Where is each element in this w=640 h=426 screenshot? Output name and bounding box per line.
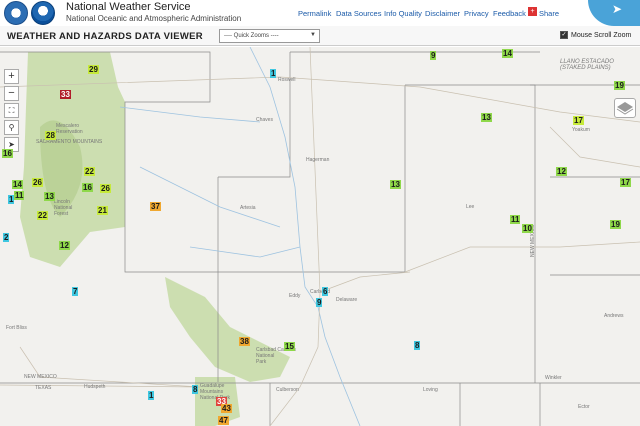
mouse-scroll-zoom-label: Mouse Scroll Zoom <box>571 31 632 39</box>
map-label-andrews: Andrews <box>604 313 624 319</box>
obs-point[interactable]: 21 <box>97 206 108 215</box>
nav-data-sources[interactable]: Data Sources <box>336 9 381 18</box>
obs-point[interactable]: 38 <box>239 337 250 346</box>
obs-point[interactable]: 43 <box>221 404 232 413</box>
map-label-yoakum: Yoakum <box>572 127 590 133</box>
header: National Weather Service National Oceani… <box>0 0 640 26</box>
obs-point[interactable]: 26 <box>100 184 111 193</box>
toolbar: WEATHER AND HAZARDS DATA VIEWER ---- Qui… <box>0 26 640 46</box>
map-label-artesia: Artesia <box>240 205 256 211</box>
site-title: National Weather Service <box>66 1 191 13</box>
map-label-fort-bliss: Fort Bliss <box>6 325 27 331</box>
obs-point[interactable]: 13 <box>44 192 55 201</box>
quick-zooms-select[interactable]: ---- Quick Zooms ---- ▼ <box>219 29 320 43</box>
obs-point[interactable]: 9 <box>430 51 437 60</box>
search-icon[interactable]: ⚲ <box>4 120 19 135</box>
obs-point[interactable]: 11 <box>510 215 521 224</box>
map-basemap <box>0 47 640 426</box>
map-label-lincoln: Lincoln National Forest <box>54 199 73 217</box>
obs-point[interactable]: 14 <box>502 49 513 58</box>
layers-icon[interactable] <box>614 98 636 118</box>
map-label-delaware: Delaware <box>336 297 358 303</box>
fullscreen-icon[interactable]: ⛶ <box>4 103 19 118</box>
map-label-culberson: Culberson <box>276 387 299 393</box>
map-label-loving: Loving <box>423 387 438 393</box>
obs-point[interactable]: 16 <box>2 149 13 158</box>
obs-point[interactable]: 15 <box>284 342 295 351</box>
obs-point[interactable]: 11 <box>14 191 25 200</box>
obs-point[interactable]: 33 <box>60 90 71 99</box>
chevron-down-icon: ▼ <box>310 32 316 38</box>
noaa-logo-icon[interactable] <box>31 1 55 25</box>
nav-info-quality[interactable]: Info Quality <box>384 9 422 18</box>
obs-point[interactable]: 7 <box>72 287 79 296</box>
obs-point[interactable]: 13 <box>481 113 492 122</box>
obs-point[interactable]: 22 <box>37 211 48 220</box>
obs-point[interactable]: 2 <box>3 233 10 242</box>
map-label-eddy: Eddy <box>289 293 301 299</box>
obs-point[interactable]: 9 <box>316 298 323 307</box>
quick-zooms-label: ---- Quick Zooms ---- <box>224 33 279 39</box>
mouse-scroll-zoom-toggle[interactable]: ✓ Mouse Scroll Zoom <box>560 31 631 39</box>
obs-point[interactable]: 19 <box>614 81 625 90</box>
share-link[interactable]: Share <box>539 9 559 18</box>
map-label-roswell: Roswell <box>278 77 296 83</box>
obs-point[interactable]: 26 <box>32 178 43 187</box>
map-label-mescalero: Mescalero Reservation <box>56 123 83 135</box>
obs-point[interactable]: 10 <box>522 224 533 233</box>
map-label-texas: TEXAS <box>35 385 52 391</box>
viewer-title: WEATHER AND HAZARDS DATA VIEWER <box>7 31 203 42</box>
obs-point[interactable]: 28 <box>45 131 56 140</box>
obs-point[interactable]: 29 <box>88 65 99 74</box>
obs-point[interactable]: 12 <box>59 241 70 250</box>
map-label-llano: LLANO ESTACADO (STAKED PLAINS) <box>560 59 614 71</box>
nav-disclaimer[interactable]: Disclaimer <box>425 9 460 18</box>
obs-point[interactable]: 12 <box>556 167 567 176</box>
obs-point[interactable]: 1 <box>8 195 15 204</box>
map-label-winkler: Winkler <box>545 375 562 381</box>
checkbox-icon[interactable]: ✓ <box>560 31 568 39</box>
obs-point[interactable]: 17 <box>573 116 584 125</box>
nav-permalink[interactable]: Permalink <box>298 9 331 18</box>
map-label-hudspeth: Hudspeth <box>84 384 106 390</box>
obs-point[interactable]: 22 <box>84 167 95 176</box>
obs-point[interactable]: 1 <box>148 391 155 400</box>
obs-point[interactable]: 8 <box>192 385 199 394</box>
nws-bird-icon: ➤ <box>612 2 623 16</box>
obs-point[interactable]: 1 <box>270 69 277 78</box>
map-label-hagerman: Hagerman <box>306 157 330 163</box>
obs-point[interactable]: 13 <box>390 180 401 189</box>
share-icon[interactable]: + <box>528 7 537 16</box>
obs-point[interactable]: 8 <box>414 341 421 350</box>
zoom-in-button[interactable]: + <box>4 69 19 84</box>
obs-point[interactable]: 16 <box>82 183 93 192</box>
obs-point[interactable]: 6 <box>322 287 329 296</box>
map-label-new-mexico: NEW MEXICO <box>24 374 57 380</box>
nav-privacy[interactable]: Privacy <box>464 9 489 18</box>
map-label-lee: Lee <box>466 204 475 210</box>
map-canvas[interactable]: + − ⛶ ⚲ ➤ Roswell Chaves Lee Eddy Carlsb… <box>0 47 640 426</box>
obs-point[interactable]: 17 <box>620 178 631 187</box>
nws-logo-icon[interactable] <box>4 1 28 25</box>
obs-point[interactable]: 14 <box>12 180 23 189</box>
obs-point[interactable]: 19 <box>610 220 621 229</box>
zoom-out-button[interactable]: − <box>4 86 19 101</box>
obs-point[interactable]: 47 <box>218 416 229 425</box>
obs-point[interactable]: 37 <box>150 202 161 211</box>
map-label-chaves: Chaves <box>256 117 273 123</box>
nav-feedback[interactable]: Feedback <box>493 9 526 18</box>
site-subtitle: National Oceanic and Atmospheric Adminis… <box>66 14 242 23</box>
map-label-ector: Ector <box>578 404 590 410</box>
